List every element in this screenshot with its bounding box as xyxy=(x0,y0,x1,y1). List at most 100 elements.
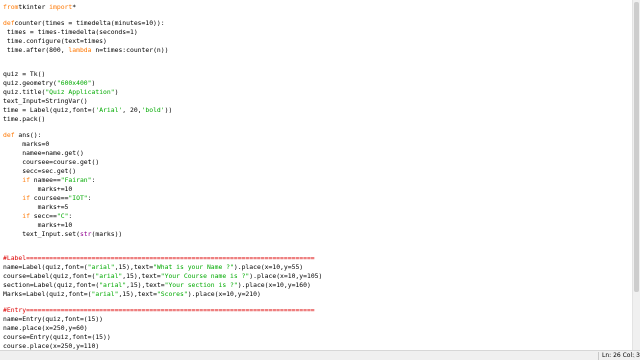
scrollbar-thumb[interactable] xyxy=(634,2,639,292)
code-token-str: 'bold' xyxy=(141,106,165,114)
code-token-cmt: #Entry==================================… xyxy=(3,306,315,314)
code-token: : xyxy=(68,212,73,220)
code-line[interactable]: name=Label(quiz,font=("arial",15),text="… xyxy=(3,263,303,271)
code-token: time.pack() xyxy=(3,115,46,123)
code-token-kw: if xyxy=(3,194,30,202)
code-token: name.place(x=250,y=60) xyxy=(3,324,88,332)
code-token: * xyxy=(72,3,77,11)
code-line[interactable]: #Entry==================================… xyxy=(3,306,315,314)
code-line[interactable]: name=Entry(quiz,font=(15)) xyxy=(3,315,103,323)
code-token-str: "Fairan" xyxy=(60,176,92,184)
code-token-str: "What is your Name ?" xyxy=(153,263,234,271)
code-token: time = Label(quiz,font=( xyxy=(3,106,96,114)
code-token: time.after(800, xyxy=(3,46,69,54)
code-token-str: "IOT" xyxy=(68,194,88,202)
code-line[interactable]: course=Entry(quiz,font=(15)) xyxy=(3,333,111,341)
code-token: namee== xyxy=(29,176,61,184)
code-token-kw: import xyxy=(49,3,73,11)
code-token: coursee=course.get() xyxy=(3,158,100,166)
code-line[interactable]: course.place(x=250,y=110) xyxy=(3,342,99,350)
code-token-str: "Scores" xyxy=(156,290,188,298)
code-token: quiz = Tk() xyxy=(3,70,46,78)
code-token: course=Entry(quiz,font=(15)) xyxy=(3,333,111,341)
code-token-str: "arial" xyxy=(87,263,115,271)
code-line[interactable]: time.after(800, lambda n=times:counter(n… xyxy=(3,46,169,54)
code-line[interactable]: if coursee=="IOT": xyxy=(3,194,91,202)
code-token: ,15),text= xyxy=(122,272,161,280)
code-line[interactable]: time.pack() xyxy=(3,115,45,123)
code-line[interactable]: marks+=5 xyxy=(3,203,69,211)
code-line[interactable]: marks+=10 xyxy=(3,221,73,229)
code-line[interactable]: section=Label(quiz,font=("arial",15),tex… xyxy=(3,281,311,289)
code-token: secc== xyxy=(29,212,57,220)
code-token: : xyxy=(91,176,96,184)
code-token: course.place(x=250,y=110) xyxy=(3,342,100,350)
code-line[interactable]: Marks=Label(quiz,font=("arial",15),text=… xyxy=(3,290,261,298)
code-token-kw: if xyxy=(3,212,30,220)
code-line[interactable]: marks+=10 xyxy=(3,185,73,193)
code-token-kw: lambda xyxy=(68,46,92,54)
vertical-scrollbar[interactable] xyxy=(632,0,640,350)
code-token: namee=name.get() xyxy=(3,149,84,157)
code-token: ).place(x=10,y=210) xyxy=(187,290,261,298)
code-token-kw: if xyxy=(3,176,30,184)
code-line[interactable]: secc=sec.get() xyxy=(3,167,76,175)
code-token-str: "Your Course name is ?" xyxy=(160,272,250,280)
status-bar: Ln: 26 Col: 37 ⋰ xyxy=(0,350,640,360)
code-line[interactable]: namee=name.get() xyxy=(3,149,84,157)
code-token: text_Input.set( xyxy=(3,230,80,238)
code-token: times = times-timedelta(seconds=1) xyxy=(3,28,138,36)
code-token: text_Input=StringVar() xyxy=(3,97,88,105)
code-line[interactable]: course=Label(quiz,font=("arial",15),text… xyxy=(3,272,322,280)
code-token: ).place(x=10,y=55) xyxy=(233,263,304,271)
code-line[interactable]: coursee=course.get() xyxy=(3,158,99,166)
code-token-str: "Your section is ?" xyxy=(164,281,238,289)
code-token: ,15),text= xyxy=(118,290,157,298)
code-token: name=Label(quiz,font=( xyxy=(3,263,88,271)
code-token-str: "arial" xyxy=(91,290,119,298)
code-token-kw: def xyxy=(3,19,15,27)
code-line[interactable]: time.configure(text=times) xyxy=(3,37,107,45)
code-line[interactable]: def ans(): xyxy=(3,131,41,139)
code-token: ) xyxy=(91,79,96,87)
code-token-str: "arial" xyxy=(99,281,127,289)
code-line[interactable]: text_Input.set(str(marks)) xyxy=(3,230,122,238)
code-token: , 20, xyxy=(122,106,142,114)
code-token: secc=sec.get() xyxy=(3,167,77,175)
code-line[interactable]: marks=0 xyxy=(3,140,49,148)
code-line[interactable]: if secc=="C": xyxy=(3,212,72,220)
code-token: (marks)) xyxy=(91,230,123,238)
code-token: section=Label(quiz,font=( xyxy=(3,281,100,289)
code-token: Marks=Label(quiz,font=( xyxy=(3,290,92,298)
code-token: name=Entry(quiz,font=(15)) xyxy=(3,315,104,323)
code-token: ) xyxy=(114,88,119,96)
code-line[interactable]: if namee=="Fairan": xyxy=(3,176,95,184)
code-token: ).place(x=10,y=160) xyxy=(237,281,311,289)
code-token-cmt: #Label==================================… xyxy=(3,254,315,262)
code-token: tkinter xyxy=(18,3,50,11)
code-line[interactable]: defcounter(times = timedelta(minutes=10)… xyxy=(3,19,165,27)
code-token-str: "Quiz Application" xyxy=(45,88,115,96)
code-token: marks+=10 xyxy=(3,185,73,193)
code-line[interactable]: quiz.geometry("600x400") xyxy=(3,79,95,87)
code-line[interactable]: name.place(x=250,y=60) xyxy=(3,324,88,332)
code-token: counter(times = timedelta(minutes=10)): xyxy=(14,19,165,27)
code-token: ,15),text= xyxy=(114,263,154,271)
code-token-str: 'Arial' xyxy=(95,106,123,114)
code-line[interactable]: time = Label(quiz,font=('Arial', 20,'bol… xyxy=(3,106,172,114)
code-line[interactable]: times = times-timedelta(seconds=1) xyxy=(3,28,138,36)
code-token-kw: from xyxy=(3,3,19,11)
code-line[interactable]: quiz = Tk() xyxy=(3,70,45,78)
code-token: marks+=5 xyxy=(3,203,69,211)
code-token: )) xyxy=(164,106,173,114)
code-token-kw: def xyxy=(3,131,15,139)
resize-grip-icon[interactable]: ⋰ xyxy=(633,352,639,360)
code-token: ).place(x=10,y=105) xyxy=(249,272,323,280)
code-token-str: "600x400" xyxy=(56,79,92,87)
code-line[interactable]: quiz.title("Quiz Application") xyxy=(3,88,118,96)
code-line[interactable]: #Label==================================… xyxy=(3,254,315,262)
code-editor[interactable]: fromtkinter import* defcounter(times = ti… xyxy=(0,0,632,350)
code-token: marks+=10 xyxy=(3,221,73,229)
code-line[interactable]: fromtkinter import* xyxy=(3,3,76,11)
code-line[interactable]: text_Input=StringVar() xyxy=(3,97,88,105)
